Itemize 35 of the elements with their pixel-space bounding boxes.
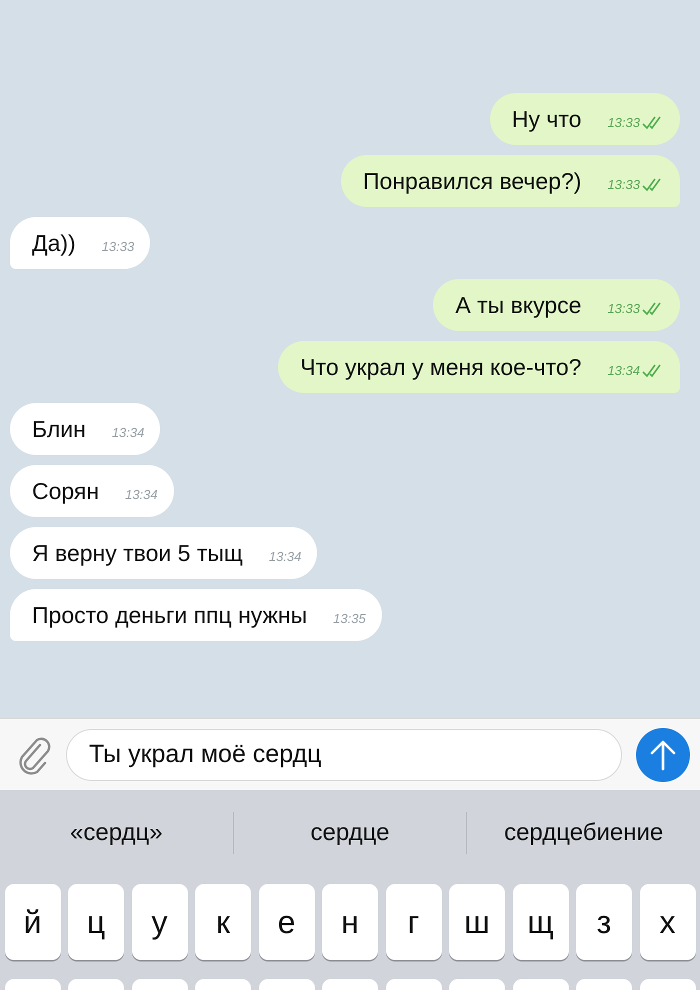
message-time: 13:34 bbox=[607, 362, 640, 380]
message-time: 13:33 bbox=[607, 114, 640, 132]
message-text: Да)) bbox=[32, 229, 76, 257]
message-time: 13:34 bbox=[125, 486, 158, 504]
keyboard-key[interactable]: у bbox=[132, 884, 188, 960]
message-text: А ты вкурсе bbox=[455, 291, 582, 319]
message-text: Я верну твои 5 тыщ bbox=[32, 539, 243, 567]
message-text: Блин bbox=[32, 415, 86, 443]
keyboard-key[interactable]: з bbox=[576, 884, 632, 960]
keyboard-key[interactable]: х bbox=[640, 884, 696, 960]
message-time: 13:33 bbox=[607, 176, 640, 194]
keyboard-key[interactable]: к bbox=[195, 884, 251, 960]
send-button[interactable] bbox=[636, 728, 690, 782]
keyboard-key[interactable]: ц bbox=[68, 884, 124, 960]
keyboard-key[interactable]: й bbox=[4, 884, 60, 960]
up-arrow-icon bbox=[650, 738, 676, 770]
message-text: Понравился вечер?) bbox=[363, 167, 582, 195]
word-suggestion[interactable]: сердцебиение bbox=[467, 819, 700, 847]
keyboard-key[interactable]: н bbox=[322, 884, 378, 960]
message-text: Сорян bbox=[32, 477, 100, 505]
keyboard-key[interactable]: ш bbox=[449, 884, 505, 960]
message-time: 13:33 bbox=[102, 238, 134, 256]
message-input-field[interactable]: Ты украл моё сердц bbox=[66, 728, 622, 780]
keyboard-key[interactable]: щ bbox=[512, 884, 568, 960]
message-time: 13:34 bbox=[268, 548, 302, 566]
keyboard-key[interactable]: е bbox=[258, 884, 314, 960]
keyboard-key[interactable]: г bbox=[386, 884, 442, 960]
message-time: 13:33 bbox=[607, 300, 640, 318]
message-text: Что украл у меня кое-что? bbox=[300, 353, 582, 381]
word-suggestion[interactable]: сердце bbox=[234, 819, 466, 847]
message-time: 13:35 bbox=[333, 610, 366, 628]
message-text: Просто деньги ппц нужны bbox=[32, 601, 308, 629]
message-time: 13:34 bbox=[112, 424, 144, 442]
word-suggestion[interactable]: «сердц» bbox=[0, 819, 233, 847]
message-text: Ну что bbox=[512, 105, 582, 133]
